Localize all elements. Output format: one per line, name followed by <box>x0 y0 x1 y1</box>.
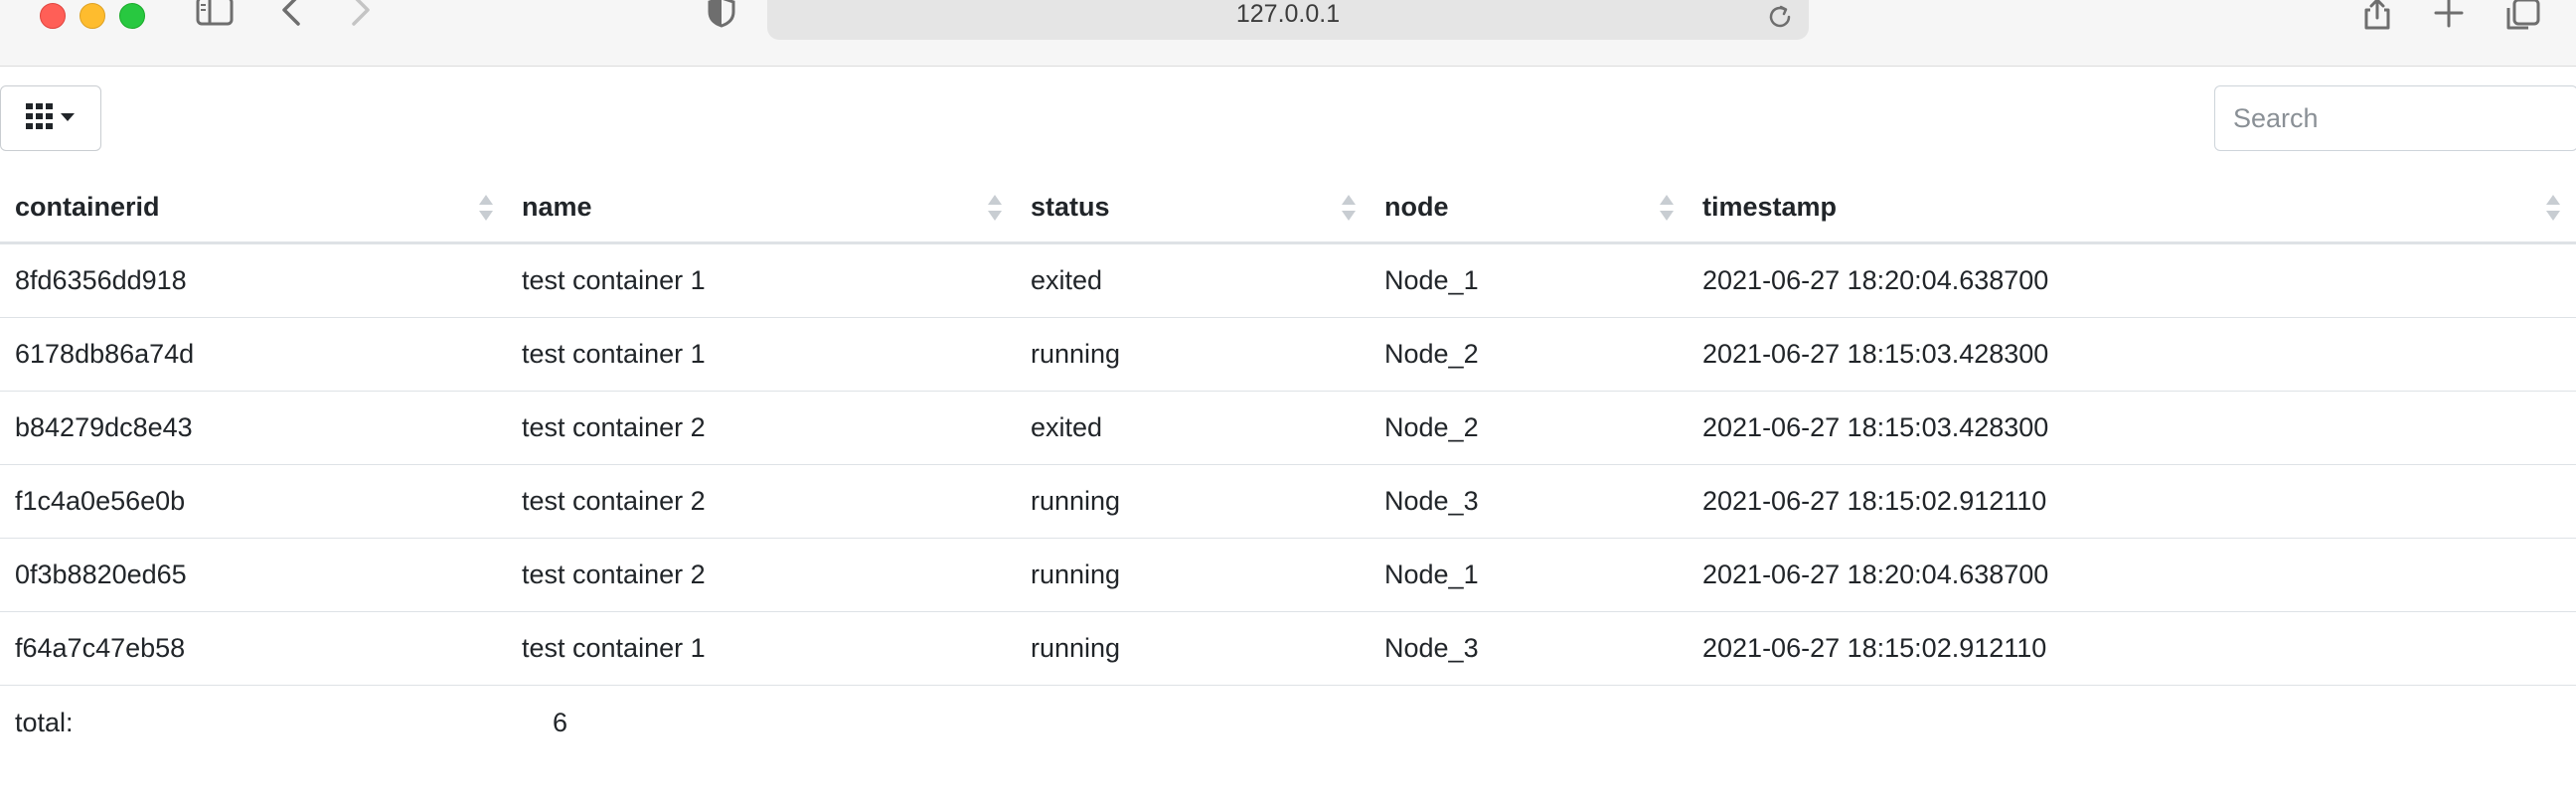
table-footer: total: 6 <box>0 686 2576 759</box>
address-bar[interactable]: 127.0.0.1 <box>767 0 1809 40</box>
cell-containerid: b84279dc8e43 <box>15 412 193 442</box>
cell-status: running <box>1031 486 1121 516</box>
column-header-node[interactable]: node <box>1369 171 1688 242</box>
cell-name: test container 2 <box>522 486 706 516</box>
forward-icon[interactable] <box>342 0 378 30</box>
sort-icon[interactable] <box>986 193 1004 223</box>
back-icon[interactable] <box>274 0 310 30</box>
table-header: containerid name status node timestamp <box>0 171 2576 244</box>
cell-containerid: 6178db86a74d <box>15 339 195 369</box>
cell-timestamp: 2021-06-27 18:15:03.428300 <box>1702 339 2049 369</box>
cell-status: running <box>1031 339 1121 369</box>
close-window-button[interactable] <box>40 3 66 29</box>
cell-containerid: f1c4a0e56e0b <box>15 486 186 516</box>
column-header-status[interactable]: status <box>1016 171 1369 242</box>
table-row[interactable]: 8fd6356dd918 test container 1 exited Nod… <box>0 244 2576 318</box>
sort-icon[interactable] <box>1658 193 1676 223</box>
reload-icon[interactable] <box>1765 2 1795 32</box>
cell-node: Node_3 <box>1384 486 1479 516</box>
cell-status: exited <box>1031 412 1103 442</box>
minimize-window-button[interactable] <box>80 3 105 29</box>
share-icon[interactable] <box>2357 0 2397 34</box>
cell-timestamp: 2021-06-27 18:15:02.912110 <box>1702 633 2047 663</box>
maximize-window-button[interactable] <box>119 3 145 29</box>
column-header-label: node <box>1384 192 1449 222</box>
table-row[interactable]: 6178db86a74d test container 1 running No… <box>0 318 2576 392</box>
cell-containerid: 8fd6356dd918 <box>15 265 187 295</box>
cell-name: test container 1 <box>522 265 706 295</box>
table-row[interactable]: b84279dc8e43 test container 2 exited Nod… <box>0 392 2576 465</box>
table-row[interactable]: 0f3b8820ed65 test container 2 running No… <box>0 539 2576 612</box>
cell-timestamp: 2021-06-27 18:20:04.638700 <box>1702 559 2049 589</box>
column-header-label: containerid <box>15 192 160 222</box>
cell-name: test container 2 <box>522 559 706 589</box>
new-tab-icon[interactable] <box>2429 0 2469 34</box>
sort-icon[interactable] <box>1340 193 1358 223</box>
browser-toolbar: 127.0.0.1 <box>0 0 2576 67</box>
search-input[interactable] <box>2214 85 2576 151</box>
cell-node: Node_2 <box>1384 339 1479 369</box>
cell-status: running <box>1031 633 1121 663</box>
columns-toggle-button[interactable] <box>0 85 101 151</box>
column-header-label: status <box>1031 192 1110 222</box>
sort-icon[interactable] <box>477 193 495 223</box>
cell-containerid: 0f3b8820ed65 <box>15 559 187 589</box>
cell-name: test container 2 <box>522 412 706 442</box>
sort-icon[interactable] <box>2544 193 2562 223</box>
cell-node: Node_2 <box>1384 412 1479 442</box>
table-row[interactable]: f64a7c47eb58 test container 1 running No… <box>0 612 2576 686</box>
column-header-name[interactable]: name <box>507 171 1016 242</box>
column-header-label: name <box>522 192 592 222</box>
containers-table: containerid name status node timestamp 8… <box>0 171 2576 759</box>
column-header-containerid[interactable]: containerid <box>0 171 507 242</box>
cell-name: test container 1 <box>522 633 706 663</box>
grid-icon <box>26 102 54 134</box>
tabs-overview-icon[interactable] <box>2500 0 2544 34</box>
cell-timestamp: 2021-06-27 18:20:04.638700 <box>1702 265 2049 295</box>
cell-node: Node_1 <box>1384 265 1479 295</box>
sidebar-icon[interactable] <box>195 0 235 30</box>
cell-node: Node_1 <box>1384 559 1479 589</box>
cell-name: test container 1 <box>522 339 706 369</box>
cell-status: exited <box>1031 265 1103 295</box>
cell-status: running <box>1031 559 1121 589</box>
url-text: 127.0.0.1 <box>1235 0 1341 28</box>
cell-timestamp: 2021-06-27 18:15:02.912110 <box>1702 486 2047 516</box>
caret-down-icon <box>60 109 76 127</box>
column-header-timestamp[interactable]: timestamp <box>1688 171 2576 242</box>
column-header-label: timestamp <box>1702 192 1838 222</box>
total-label: total: <box>15 708 74 737</box>
shield-icon[interactable] <box>704 0 739 30</box>
total-count: 6 <box>553 708 568 737</box>
table-row[interactable]: f1c4a0e56e0b test container 2 running No… <box>0 465 2576 539</box>
cell-containerid: f64a7c47eb58 <box>15 633 186 663</box>
cell-timestamp: 2021-06-27 18:15:03.428300 <box>1702 412 2049 442</box>
cell-node: Node_3 <box>1384 633 1479 663</box>
